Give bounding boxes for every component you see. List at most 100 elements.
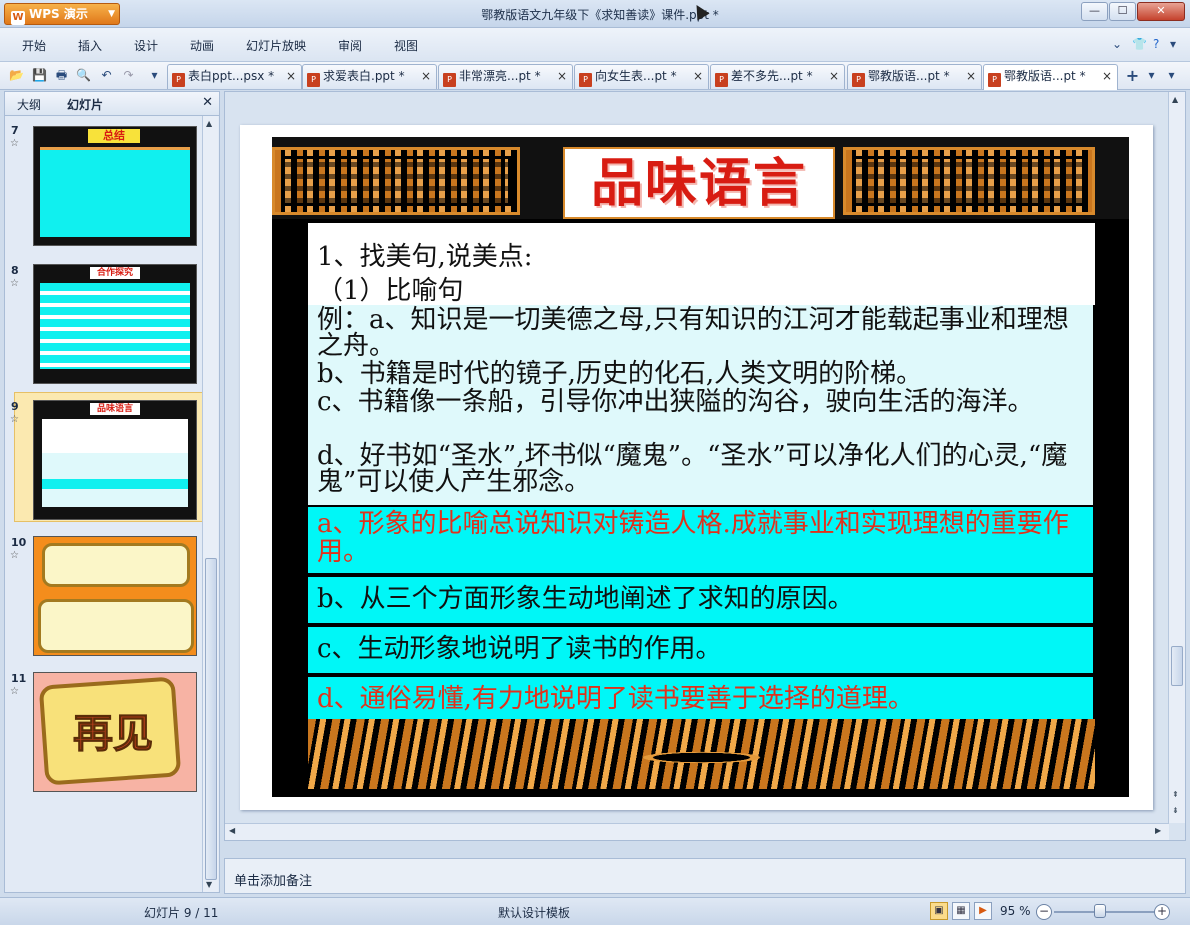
slide-vertical-scrollbar[interactable]: ▲ ⇞ ⇟ xyxy=(1168,92,1185,823)
menu-insert[interactable]: 插入 xyxy=(78,37,102,54)
scroll-down-icon[interactable]: ▼ xyxy=(206,880,212,889)
current-slide[interactable]: 品味语言 1、找美句,说美点: （1）比喻句 例：a、知识是一切美德之母,只有知… xyxy=(240,125,1153,810)
undo-icon[interactable]: ↶ xyxy=(98,67,115,84)
tab-label: 非常漂亮...pt * xyxy=(459,69,541,83)
previous-slide-icon[interactable]: ⇞ xyxy=(1172,790,1179,799)
slide-title: 品味语言 xyxy=(590,153,807,214)
doc-tab-6[interactable]: P 鄂教版语...pt * × xyxy=(847,64,982,89)
slide-background-frame: 品味语言 1、找美句,说美点: （1）比喻句 例：a、知识是一切美德之母,只有知… xyxy=(272,137,1129,797)
close-tab-icon[interactable]: × xyxy=(829,65,839,88)
slide-thumbnail-11[interactable]: 再见 xyxy=(33,672,197,792)
close-window-button[interactable]: ✕ xyxy=(1137,2,1185,21)
status-bar: 幻灯片 9 / 11 默认设计模板 ▣ ▦ ▶ 95 % − + xyxy=(0,897,1190,925)
close-tab-icon[interactable]: × xyxy=(693,65,703,88)
collapse-ribbon-icon[interactable]: ⌄ xyxy=(1112,37,1122,51)
normal-view-icon[interactable]: ▣ xyxy=(930,902,948,920)
slideshow-view-icon[interactable]: ▶ xyxy=(974,902,992,920)
example-d: d、好书如“圣水”,坏书似“魔鬼”。“圣水”可以净化人们的心灵,“魔鬼”可以使人… xyxy=(317,441,1068,497)
help-dropdown-icon[interactable]: ▾ xyxy=(1170,37,1176,51)
print-icon[interactable]: 🖶 xyxy=(53,67,70,84)
doc-tab-3[interactable]: P 非常漂亮...pt * × xyxy=(438,64,573,89)
redo-icon[interactable]: ↷ xyxy=(120,67,137,84)
ppt-file-icon: P xyxy=(307,73,320,87)
doc-tab-1[interactable]: P 表白ppt...psx * × xyxy=(167,64,302,89)
menu-review[interactable]: 审阅 xyxy=(338,37,362,54)
thumbnail-number: 11 xyxy=(11,672,27,685)
answer-c: c、生动形象地说明了读书的作用。 xyxy=(317,634,722,664)
doc-tab-2[interactable]: P 求爱表白.ppt * × xyxy=(302,64,437,89)
help-icon[interactable]: ? xyxy=(1153,37,1159,51)
thumbnail-number: 9 xyxy=(11,400,19,413)
tab-list-icon[interactable]: ▾ xyxy=(1163,67,1180,84)
panel-scrollbar[interactable]: ▲ ▼ xyxy=(202,116,218,892)
close-tab-icon[interactable]: × xyxy=(1102,65,1112,88)
tab-label: 求爱表白.ppt * xyxy=(323,69,405,83)
scroll-right-icon[interactable]: ▶ xyxy=(1155,826,1161,835)
thumbnail-title: 总结 xyxy=(88,129,140,143)
slide-thumbnail-10[interactable] xyxy=(33,536,197,656)
menu-slideshow[interactable]: 幻灯片放映 xyxy=(246,37,306,54)
slide-thumbnail-9[interactable]: 品味语言 xyxy=(33,400,197,520)
thumbnail-text-block xyxy=(40,283,190,369)
notes-placeholder[interactable]: 单击添加备注 xyxy=(234,870,312,889)
close-tab-icon[interactable]: × xyxy=(557,65,567,88)
menu-view[interactable]: 视图 xyxy=(394,37,418,54)
ppt-file-icon: P xyxy=(172,73,185,87)
save-icon[interactable]: 💾 xyxy=(31,67,48,84)
slide-thumbnail-8[interactable]: 合作探究 xyxy=(33,264,197,384)
header-band: 品味语言 xyxy=(272,137,1129,219)
menu-animation[interactable]: 动画 xyxy=(190,37,214,54)
new-tab-icon[interactable]: + xyxy=(1124,67,1141,84)
thumbnail-text-block xyxy=(42,453,188,507)
heading-find-sentences: 1、找美句,说美点: xyxy=(317,242,533,272)
doc-tab-active[interactable]: P 鄂教版语...pt * × xyxy=(983,64,1118,90)
notes-pane[interactable]: 单击添加备注 xyxy=(224,858,1186,894)
left-ornament xyxy=(272,147,520,215)
dropdown-caret-icon: ▼ xyxy=(108,9,115,19)
thumbnail-text-block xyxy=(40,147,190,237)
title-bar: W WPS 演示 ▼ 鄂教版语文九年级下《求知善读》课件.ppt * — ☐ ✕ xyxy=(0,0,1190,28)
doc-tab-4[interactable]: P 向女生表...pt * × xyxy=(574,64,709,89)
toolbar-dropdown-icon[interactable]: ▾ xyxy=(146,67,163,84)
slide-sorter-view-icon[interactable]: ▦ xyxy=(952,902,970,920)
next-slide-icon[interactable]: ⇟ xyxy=(1172,806,1179,815)
animation-star-icon: ☆ xyxy=(10,414,19,425)
zoom-in-icon[interactable]: + xyxy=(1154,904,1170,920)
minimize-button[interactable]: — xyxy=(1081,2,1108,21)
zoom-level: 95 % xyxy=(1000,904,1031,918)
slide-horizontal-scrollbar[interactable]: ◀ ▶ xyxy=(225,823,1169,840)
example-b: b、书籍是时代的镜子,历史的化石,人类文明的阶梯。 xyxy=(317,359,923,389)
open-icon[interactable]: 📂 xyxy=(8,67,25,84)
slides-panel: 大纲 幻灯片 ✕ 7 ☆ 总结 8 ☆ 合作探究 9 ☆ 品味语言 10 ☆ 1… xyxy=(4,91,220,893)
tab-label: 向女生表...pt * xyxy=(595,69,677,83)
scrollbar-thumb[interactable] xyxy=(205,558,217,880)
tab-slides[interactable]: 幻灯片 xyxy=(67,96,103,113)
scroll-left-icon[interactable]: ◀ xyxy=(229,826,235,835)
close-tab-icon[interactable]: × xyxy=(421,65,431,88)
wps-app-menu-button[interactable]: W WPS 演示 ▼ xyxy=(4,3,120,25)
menu-design[interactable]: 设计 xyxy=(134,37,158,54)
zoom-out-icon[interactable]: − xyxy=(1036,904,1052,920)
doc-tab-5[interactable]: P 差不多先...pt * × xyxy=(710,64,845,89)
slide-title-box[interactable]: 品味语言 xyxy=(563,147,835,219)
menu-home[interactable]: 开始 xyxy=(22,37,46,54)
print-preview-icon[interactable]: 🔍 xyxy=(75,67,92,84)
close-tab-icon[interactable]: × xyxy=(286,65,296,88)
thumbnail-title: 再见 xyxy=(73,710,154,758)
slide-thumbnail-7[interactable]: 总结 xyxy=(33,126,197,246)
scrollbar-thumb[interactable] xyxy=(1171,646,1183,686)
close-panel-icon[interactable]: ✕ xyxy=(202,95,213,110)
wps-logo-icon: W xyxy=(11,11,25,25)
scroll-up-icon[interactable]: ▲ xyxy=(206,119,212,128)
tab-label: 差不多先...pt * xyxy=(731,69,813,83)
scroll-up-icon[interactable]: ▲ xyxy=(1172,95,1178,104)
zoom-slider-knob[interactable] xyxy=(1094,904,1106,918)
skin-icon[interactable]: 👕 xyxy=(1132,37,1147,51)
animation-star-icon: ☆ xyxy=(10,686,19,697)
answer-a: a、形象的比喻总说知识对铸造人格.成就事业和实现理想的重要作用。 xyxy=(317,509,1069,567)
new-tab-dropdown-icon[interactable]: ▾ xyxy=(1143,67,1160,84)
tab-outline[interactable]: 大纲 xyxy=(17,96,41,113)
ppt-file-icon: P xyxy=(579,73,592,87)
close-tab-icon[interactable]: × xyxy=(966,65,976,88)
maximize-button[interactable]: ☐ xyxy=(1109,2,1136,21)
